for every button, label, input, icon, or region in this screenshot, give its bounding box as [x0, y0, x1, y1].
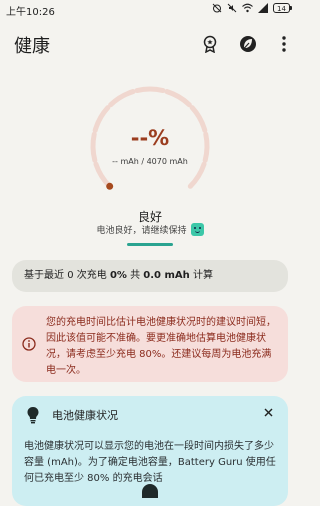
signal-icon	[258, 3, 268, 13]
warning-text: 您的充电时间比估计电池健康状况时的建议时间短，因此该值可能不准确。要更准确地估算…	[46, 317, 276, 376]
accuracy-warning-card: 您的充电时间比估计电池健康状况时的建议时间短，因此该值可能不准确。要更准确地估算…	[12, 306, 288, 382]
health-capacity: -- mAh / 4070 mAh	[112, 157, 188, 166]
badge-icon	[203, 35, 217, 53]
gauge-indicator-dot	[106, 182, 114, 190]
info-card-title: 电池健康状况	[52, 409, 118, 422]
status-icons: 14	[212, 3, 292, 13]
badge-button[interactable]	[198, 32, 222, 56]
stats-charge-count: 0	[67, 270, 74, 281]
more-button[interactable]	[272, 32, 296, 56]
mute-icon	[227, 3, 237, 13]
close-icon	[264, 408, 272, 416]
scroll-handle[interactable]	[142, 484, 158, 498]
leaf-button[interactable]	[236, 32, 260, 56]
health-description: 电池良好，请继续保持	[96, 226, 187, 236]
gauge-segment	[134, 86, 166, 94]
wifi-icon	[242, 3, 253, 13]
gauge-segment	[187, 161, 207, 189]
battery-health-gauge: --% -- mAh / 4070 mAh	[80, 82, 220, 210]
info-card-body: 电池健康状况可以显示您的电池在一段时间内损失了多少容量 (mAh)。为了确定电池…	[24, 441, 276, 484]
stats-suffix: 计算	[192, 270, 213, 281]
stats-charge-label: 次充电	[76, 270, 107, 281]
status-bar: 上午10:26 14	[0, 0, 300, 20]
charge-stats-card: 基于最近 0 次充电 0% 共 0.0 mAh 计算	[12, 260, 288, 292]
status-time: 上午10:26	[6, 7, 55, 18]
battery-level: 14	[273, 3, 290, 13]
drag-handle	[127, 243, 173, 246]
gauge-segment	[108, 89, 136, 108]
stats-capacity: 0.0 mAh	[143, 270, 190, 281]
happy-face-icon	[190, 223, 204, 236]
health-description-row: 电池良好，请继续保持	[0, 223, 300, 236]
stats-prefix: 基于最近	[24, 270, 64, 281]
close-info-button[interactable]	[260, 404, 276, 420]
info-icon	[22, 337, 36, 351]
gauge-segment	[164, 89, 192, 108]
alarm-off-icon	[212, 3, 222, 13]
lightbulb-icon	[27, 407, 39, 424]
stats-total-label: 共	[130, 270, 141, 281]
more-vert-icon	[282, 36, 286, 52]
page-title: 健康	[14, 36, 50, 57]
battery-tip	[290, 6, 292, 10]
health-percent: --%	[130, 126, 170, 150]
app-bar: 健康	[0, 28, 300, 62]
leaf-icon	[240, 36, 256, 52]
battery-indicator: 14	[273, 3, 292, 13]
gauge-segment	[93, 161, 113, 189]
stats-percent: 0%	[109, 270, 127, 281]
